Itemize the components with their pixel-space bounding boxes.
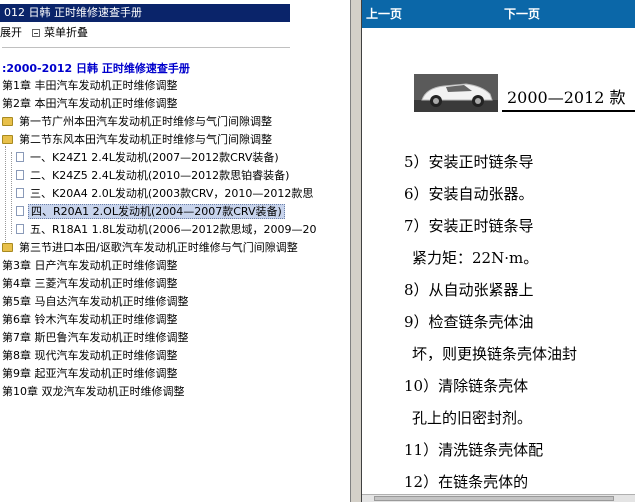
toc-title: 012 日韩 正时维修速查手册 [4, 6, 142, 19]
collapse-menu-button[interactable]: 菜单折叠 [44, 26, 88, 40]
toc-chapter-7[interactable]: 第7章 斯巴鲁汽车发动机正时维修调整 [0, 330, 191, 345]
toolbar-divider [2, 47, 290, 48]
text-line: 孔上的旧密封剂。 [412, 409, 533, 427]
document-icon [16, 152, 24, 162]
prev-page-button[interactable]: 上一页 [366, 0, 402, 28]
toc-chapter-8[interactable]: 第8章 现代汽车发动机正时维修调整 [0, 348, 180, 363]
document-icon [16, 224, 24, 234]
text-line: 坏，则更换链条壳体油封 [412, 345, 578, 363]
document-icon [16, 188, 24, 198]
toc-chapter-5[interactable]: 第5章 马自达汽车发动机正时维修调整 [0, 294, 191, 309]
page-header: 2000—2012 款 [507, 88, 626, 107]
toc-chapter-2[interactable]: 第2章 本田汽车发动机正时维修调整 [0, 96, 180, 111]
toc-item-2[interactable]: 二、K24Z5 2.4L发动机(2010—2012款思铂睿装备) [16, 168, 291, 183]
toc-item-5[interactable]: 五、R18A1 1.8L发动机(2006—2012款思域，2009—20 [16, 222, 319, 237]
toc-chapter-3[interactable]: 第3章 日产汽车发动机正时维修调整 [0, 258, 180, 273]
expand-button[interactable]: 展开 [0, 26, 22, 40]
collapse-icon [32, 29, 40, 37]
header-rule [502, 110, 635, 112]
scrollbar-thumb[interactable] [374, 496, 614, 501]
toc-pane: 012 日韩 正时维修速查手册 展开 菜单折叠 :2000-2012 日韩 正时维… [0, 0, 350, 502]
text-line: 9）检查链条壳体油 [404, 313, 534, 331]
toc-chapter-4[interactable]: 第4章 三菱汽车发动机正时维修调整 [0, 276, 180, 291]
book-title[interactable]: :2000-2012 日韩 正时维修速查手册 [2, 60, 190, 76]
page-nav-bar: 上一页 下一页 [362, 0, 635, 28]
text-line: 6）安装自动张器。 [404, 185, 534, 203]
toc-title-bar: 012 日韩 正时维修速查手册 [0, 4, 290, 22]
reader-pane: 上一页 下一页 2000—2012 款 5）安装正时链条导 6）安装自动张器。 … [362, 0, 635, 502]
car-image [414, 74, 498, 112]
toc-section-2[interactable]: 第二节东风本田汽车发动机正时维修与气门间隙调整 [2, 132, 274, 147]
document-icon [16, 170, 24, 180]
text-line: 5）安装正时链条导 [404, 153, 534, 171]
text-line: 7）安装正时链条导 [404, 217, 534, 235]
toc-chapter-9[interactable]: 第9章 起亚汽车发动机正时维修调整 [0, 366, 180, 381]
toc-item-1[interactable]: 一、K24Z1 2.4L发动机(2007—2012款CRV装备) [16, 150, 281, 165]
text-line: 10）清除链条壳体 [404, 377, 529, 395]
text-line: 紧力矩：22N·m。 [412, 249, 539, 267]
toc-chapter-10[interactable]: 第10章 双龙汽车发动机正时维修调整 [0, 384, 187, 399]
text-line: 11）清洗链条壳体配 [404, 441, 544, 459]
tree-connector [11, 152, 12, 234]
toc-chapter-6[interactable]: 第6章 铃木汽车发动机正时维修调整 [0, 312, 180, 327]
folder-open-icon [2, 134, 13, 144]
next-page-button[interactable]: 下一页 [504, 0, 540, 28]
folder-icon [2, 242, 13, 252]
page-content: 2000—2012 款 5）安装正时链条导 6）安装自动张器。 7）安装正时链条… [362, 28, 635, 494]
text-line: 12）在链条壳体的 [404, 473, 529, 491]
pane-splitter[interactable] [350, 0, 362, 502]
toc-item-3[interactable]: 三、K20A4 2.0L发动机(2003款CRV，2010—2012款思 [16, 186, 315, 201]
toc-chapter-1[interactable]: 第1章 丰田汽车发动机正时维修调整 [0, 78, 180, 93]
toc-section-3[interactable]: 第三节进口本田/讴歌汽车发动机正时维修与气门间隙调整 [2, 240, 300, 255]
toc-toolbar: 展开 菜单折叠 [0, 26, 88, 40]
toc-item-4-selected[interactable]: 四、R20A1 2.OL发动机(2004—2007款CRV装备) [16, 204, 285, 219]
toc-section-1[interactable]: 第一节广州本田汽车发动机正时维修与气门间隙调整 [2, 114, 274, 129]
text-line: 8）从自动张紧器上 [404, 281, 534, 299]
tree-connector [5, 146, 6, 246]
document-icon [16, 206, 24, 216]
folder-icon [2, 116, 13, 126]
horizontal-scrollbar[interactable] [362, 494, 635, 502]
